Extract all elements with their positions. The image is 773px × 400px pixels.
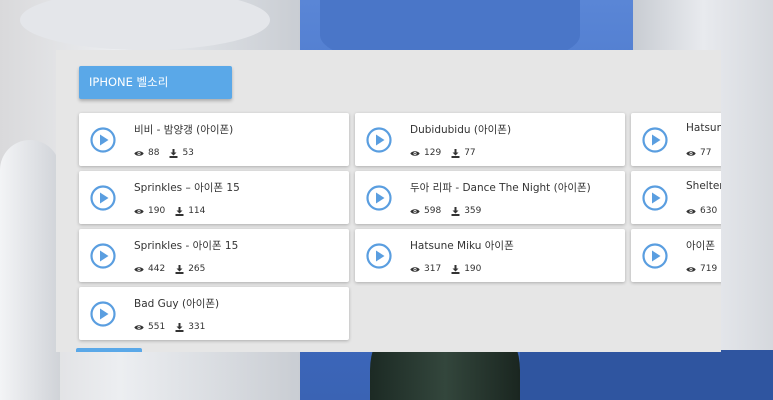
play-circle-icon[interactable]: [366, 185, 392, 211]
view-count: 77: [686, 148, 711, 158]
ringtone-stats: 630: [686, 206, 721, 216]
ringtone-title[interactable]: 비비 - 밤양갱 (아이폰): [134, 122, 233, 137]
download-count: 265: [175, 264, 205, 274]
eye-icon: [686, 150, 696, 156]
ringtone-stats: 551 331: [134, 322, 215, 332]
download-count-value: 331: [188, 322, 206, 332]
view-count-value: 551: [148, 322, 166, 332]
download-count: 331: [175, 322, 205, 332]
view-count-value: 317: [424, 264, 442, 274]
play-circle-icon[interactable]: [90, 185, 116, 211]
download-count-value: 265: [188, 264, 206, 274]
eye-icon: [410, 150, 420, 156]
play-circle-icon[interactable]: [642, 185, 668, 211]
ringtone-card[interactable]: 아이폰 719: [631, 229, 721, 282]
ringtone-card[interactable]: Hatsune Miku 아이폰 317 190: [355, 229, 625, 282]
eye-icon: [686, 208, 696, 214]
ringtone-title[interactable]: 두아 리파 - Dance The Night (아이폰): [410, 180, 591, 195]
ringtone-title[interactable]: Hatsune: [686, 122, 721, 134]
download-count: 190: [451, 264, 481, 274]
download-count-value: 359: [464, 206, 482, 216]
download-icon: [451, 264, 460, 274]
ringtone-stats: 129 77: [410, 148, 486, 158]
view-count-value: 630: [700, 206, 718, 216]
play-circle-icon[interactable]: [366, 127, 392, 153]
download-count: 77: [451, 148, 476, 158]
ringtone-title[interactable]: Sprinkles - 아이폰 15: [134, 238, 238, 253]
view-count: 317: [410, 264, 441, 274]
view-count: 598: [410, 206, 441, 216]
download-icon: [451, 206, 460, 216]
view-count: 551: [134, 322, 165, 332]
download-count-value: 190: [464, 264, 482, 274]
ringtone-stats: 190 114: [134, 206, 215, 216]
view-count: 129: [410, 148, 441, 158]
eye-icon: [410, 266, 420, 272]
eye-icon: [134, 150, 144, 156]
play-circle-icon[interactable]: [642, 127, 668, 153]
view-count: 630: [686, 206, 717, 216]
download-count-value: 53: [182, 148, 194, 158]
play-circle-icon[interactable]: [90, 127, 116, 153]
download-count-value: 114: [188, 206, 206, 216]
view-count: 442: [134, 264, 165, 274]
ringtone-stats: 442 265: [134, 264, 215, 274]
ringtone-stats: 77: [686, 148, 721, 158]
download-icon: [175, 206, 184, 216]
download-icon: [169, 148, 178, 158]
download-icon: [175, 322, 184, 332]
ringtone-stats: 317 190: [410, 264, 491, 274]
view-count-value: 190: [148, 206, 166, 216]
ringtone-stats: 598 359: [410, 206, 491, 216]
ringtone-title[interactable]: Dubidubidu (아이폰): [410, 122, 511, 137]
view-count-value: 719: [700, 264, 718, 274]
ringtone-card[interactable]: Dubidubidu (아이폰) 129 77: [355, 113, 625, 166]
view-count-value: 598: [424, 206, 442, 216]
view-count-value: 442: [148, 264, 166, 274]
ringtone-title[interactable]: 아이폰: [686, 238, 715, 253]
ringtone-title[interactable]: Bad Guy (아이폰): [134, 296, 219, 311]
download-count: 53: [169, 148, 194, 158]
view-count: 190: [134, 206, 165, 216]
eye-icon: [134, 324, 144, 330]
ringtone-card[interactable]: 두아 리파 - Dance The Night (아이폰) 598 359: [355, 171, 625, 224]
ringtone-stats: 719: [686, 264, 721, 274]
download-count: 114: [175, 206, 205, 216]
play-circle-icon[interactable]: [366, 243, 392, 269]
play-circle-icon[interactable]: [642, 243, 668, 269]
download-icon: [175, 264, 184, 274]
view-count: 719: [686, 264, 717, 274]
ringtone-card[interactable]: Sprinkles – 아이폰 15 190 114: [79, 171, 349, 224]
ringtone-card[interactable]: Hatsune 77: [631, 113, 721, 166]
ringtone-title[interactable]: Sprinkles – 아이폰 15: [134, 180, 240, 195]
next-section-tab[interactable]: [76, 348, 142, 352]
eye-icon: [134, 208, 144, 214]
play-circle-icon[interactable]: [90, 301, 116, 327]
play-circle-icon[interactable]: [90, 243, 116, 269]
panel-title-tab[interactable]: IPHONE 벨소리: [79, 66, 232, 99]
ringtone-card[interactable]: Bad Guy (아이폰) 551 331: [79, 287, 349, 340]
download-icon: [451, 148, 460, 158]
eye-icon: [410, 208, 420, 214]
ringtone-card[interactable]: 비비 - 밤양갱 (아이폰) 88 53: [79, 113, 349, 166]
view-count: 88: [134, 148, 159, 158]
eye-icon: [134, 266, 144, 272]
ringtone-title[interactable]: Hatsune Miku 아이폰: [410, 238, 514, 253]
view-count-value: 129: [424, 148, 442, 158]
download-count: 359: [451, 206, 481, 216]
ringtone-title[interactable]: Shelter: [686, 180, 721, 192]
ringtone-card[interactable]: Sprinkles - 아이폰 15 442 265: [79, 229, 349, 282]
ringtone-card[interactable]: Shelter 630: [631, 171, 721, 224]
download-count-value: 77: [464, 148, 476, 158]
ringtone-stats: 88 53: [134, 148, 204, 158]
ringtone-panel: IPHONE 벨소리 비비 - 밤양갱 (아이폰) 88 53 Dubidubidu …: [56, 50, 721, 352]
eye-icon: [686, 266, 696, 272]
view-count-value: 77: [700, 148, 712, 158]
view-count-value: 88: [148, 148, 160, 158]
